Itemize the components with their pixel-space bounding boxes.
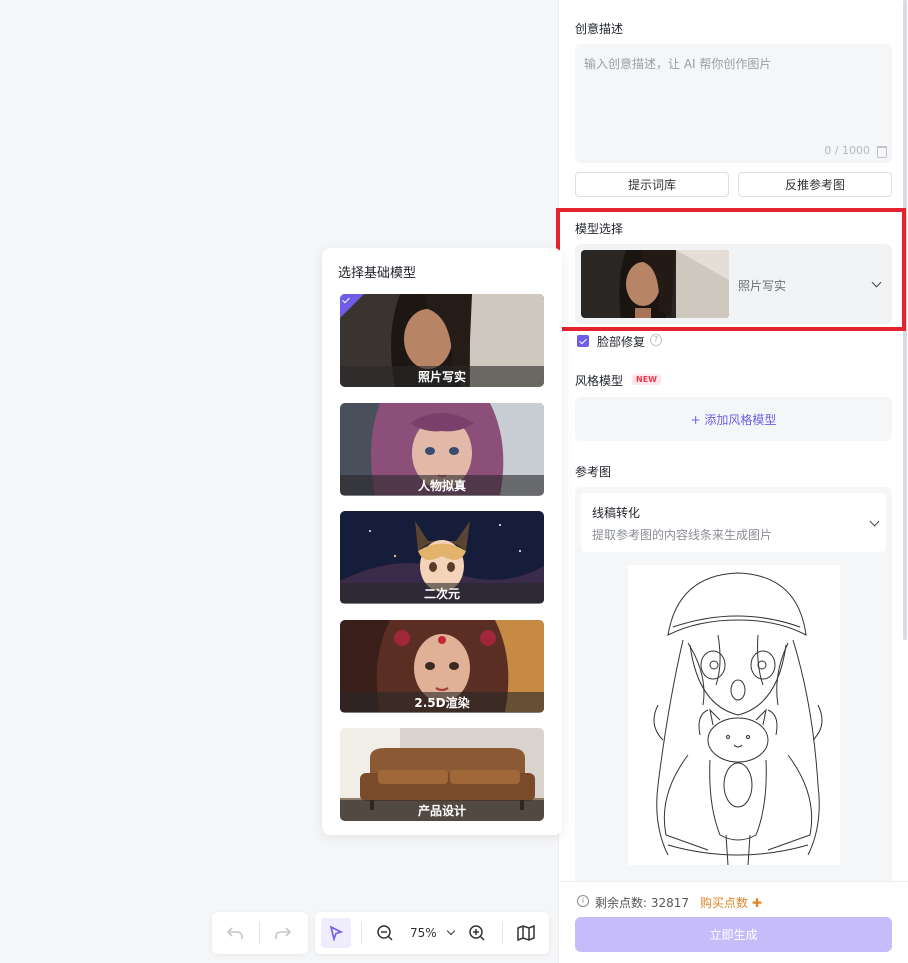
trash-icon[interactable] (877, 146, 887, 158)
canvas-toolbar: 75% (315, 912, 549, 954)
model-option-anime[interactable]: 二次元 (340, 511, 544, 604)
reference-mode-dropdown[interactable]: 线稿转化 提取参考图的内容线条来生成图片 (581, 493, 886, 552)
prompt-library-button[interactable]: 提示词库 (575, 172, 729, 197)
footer: i 剩余点数: 32817 购买点数 ✚ 立即生成 (559, 881, 908, 963)
model-option-label: 人物拟真 (340, 475, 544, 496)
model-option-2-5d[interactable]: 2.5D渲染 (340, 620, 544, 713)
undo-icon[interactable] (220, 918, 250, 948)
popup-title: 选择基础模型 (338, 266, 417, 281)
prompt-label: 创意描述 (575, 22, 624, 36)
select-cursor-icon[interactable] (321, 918, 351, 948)
reference-lineart-image[interactable] (628, 565, 840, 865)
model-option-label: 照片写实 (340, 366, 544, 387)
buy-points-link[interactable]: 购买点数 ✚ (700, 894, 762, 911)
prompt-input[interactable]: 输入创意描述，让 AI 帮你创作图片 0 / 1000 (575, 44, 892, 163)
model-option-photo[interactable]: 照片写实 (340, 294, 544, 387)
style-model-label: 风格模型 (575, 374, 624, 388)
toolbar-divider (361, 922, 362, 944)
selected-check-icon (340, 294, 364, 318)
reverse-reference-button[interactable]: 反推参考图 (738, 172, 892, 197)
generate-button[interactable]: 立即生成 (575, 917, 892, 952)
model-option-product[interactable]: 产品设计 (340, 728, 544, 821)
redo-icon[interactable] (268, 918, 298, 948)
map-icon[interactable] (511, 918, 541, 948)
highlight-box (556, 208, 906, 331)
chevron-down-icon (869, 516, 880, 527)
base-model-popup: 选择基础模型 照片写实 人物拟真 二次元 2.5D渲染 产品设计 (322, 248, 562, 835)
zoom-in-icon[interactable] (462, 918, 492, 948)
face-fix-label: 脸部修复 (597, 335, 646, 349)
plus-icon: ✚ (751, 896, 762, 910)
zoom-level[interactable]: 75% (410, 926, 437, 940)
new-badge: NEW (632, 374, 661, 385)
reference-mode-desc: 提取参考图的内容线条来生成图片 (592, 528, 773, 542)
face-fix-checkbox[interactable] (577, 335, 589, 347)
remaining-points: 剩余点数: 32817 (595, 896, 690, 910)
chevron-down-icon[interactable] (446, 926, 456, 936)
model-option-realistic[interactable]: 人物拟真 (340, 403, 544, 496)
model-option-label: 产品设计 (340, 800, 544, 821)
reference-section: 线稿转化 提取参考图的内容线条来生成图片 (575, 487, 892, 887)
help-icon[interactable]: ? (650, 334, 662, 346)
toolbar-divider (259, 922, 260, 944)
prompt-placeholder: 输入创意描述，让 AI 帮你创作图片 (584, 57, 772, 71)
add-style-model-button[interactable]: + 添加风格模型 (575, 397, 892, 441)
buy-points-label: 购买点数 (700, 896, 749, 910)
toolbar-divider (502, 922, 503, 944)
zoom-out-icon[interactable] (370, 918, 400, 948)
history-toolbar (212, 912, 308, 954)
reference-label: 参考图 (575, 465, 612, 479)
prompt-counter: 0 / 1000 (824, 144, 870, 157)
info-icon: i (577, 895, 589, 907)
model-option-label: 二次元 (340, 583, 544, 604)
model-option-label: 2.5D渲染 (340, 692, 544, 713)
reference-mode-title: 线稿转化 (592, 506, 641, 520)
